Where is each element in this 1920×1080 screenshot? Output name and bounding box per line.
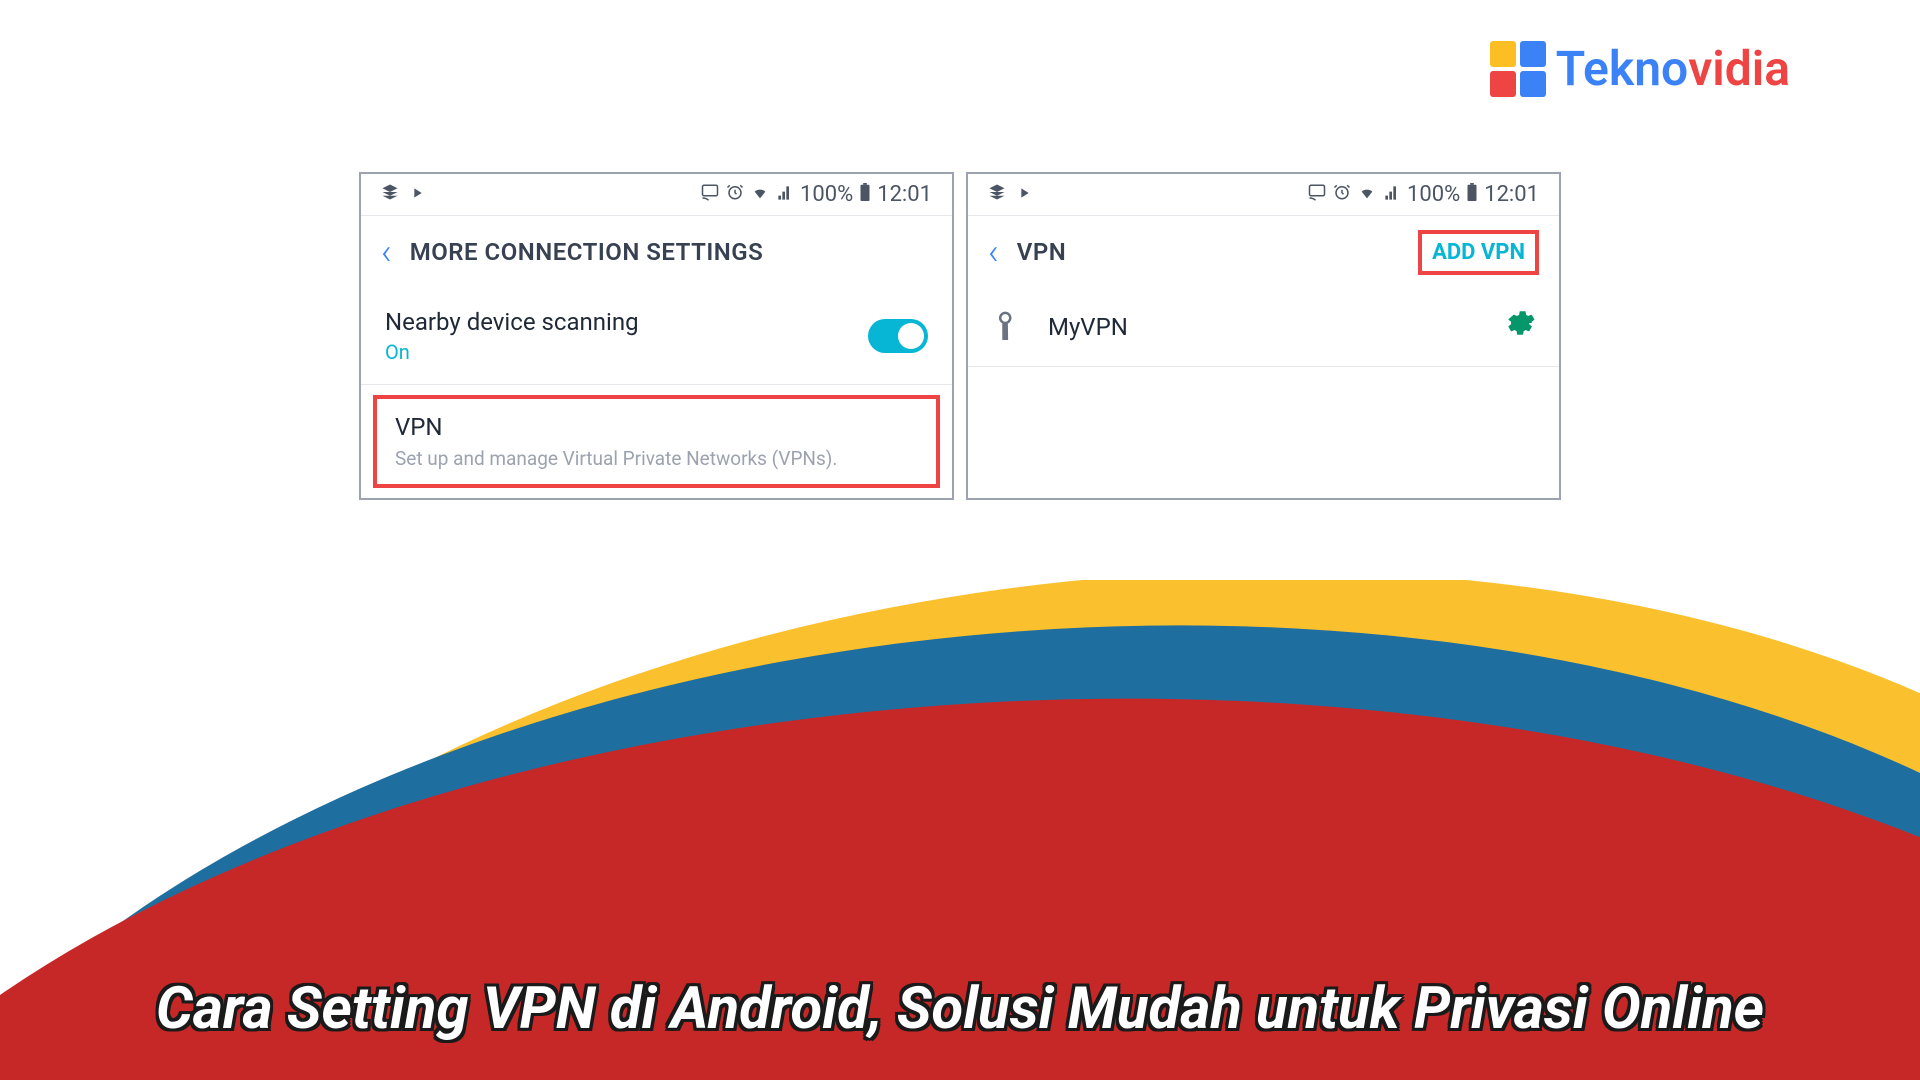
battery-percent: 100% [800, 182, 853, 207]
signal-icon [776, 182, 794, 207]
vpn-name: MyVPN [1048, 313, 1128, 341]
phone-screen-2: 100% 12:01 ‹ VPN ADD VPN MyVPN [966, 172, 1561, 500]
nearby-status: On [385, 340, 639, 364]
banner-title: Cara Setting VPN di Android, Solusi Muda… [96, 969, 1824, 1050]
battery-icon [1466, 182, 1478, 207]
layers-icon [988, 182, 1006, 207]
wifi-icon [1357, 182, 1377, 207]
header-bar: ‹ VPN ADD VPN [968, 216, 1559, 288]
battery-icon [859, 182, 871, 207]
play-icon [1016, 182, 1032, 207]
brand-logo: Teknovidia [1490, 40, 1790, 97]
key-icon [992, 310, 1022, 344]
status-bar: 100% 12:01 [968, 174, 1559, 216]
logo-text: Teknovidia [1556, 40, 1790, 97]
cast-icon [1307, 182, 1327, 207]
time-text: 12:01 [1484, 182, 1539, 207]
time-text: 12:01 [877, 182, 932, 207]
nearby-scanning-row[interactable]: Nearby device scanning On [361, 288, 952, 385]
gear-icon[interactable] [1505, 308, 1535, 346]
signal-icon [1383, 182, 1401, 207]
cast-icon [700, 182, 720, 207]
vpn-list-item[interactable]: MyVPN [968, 288, 1559, 367]
phone-screen-1: 100% 12:01 ‹ MORE CONNECTION SETTINGS Ne… [359, 172, 954, 500]
add-vpn-button[interactable]: ADD VPN [1418, 230, 1539, 275]
play-icon [409, 182, 425, 207]
vpn-title: VPN [395, 413, 918, 441]
back-button[interactable]: ‹ [381, 231, 392, 273]
logo-icon [1490, 41, 1546, 97]
layers-icon [381, 182, 399, 207]
nearby-toggle[interactable] [868, 319, 928, 353]
nearby-title: Nearby device scanning [385, 308, 639, 336]
vpn-settings-row[interactable]: VPN Set up and manage Virtual Private Ne… [373, 395, 940, 488]
header-bar: ‹ MORE CONNECTION SETTINGS [361, 216, 952, 288]
page-title: VPN [1017, 238, 1066, 266]
wifi-icon [750, 182, 770, 207]
vpn-description: Set up and manage Virtual Private Networ… [395, 447, 918, 470]
page-title: MORE CONNECTION SETTINGS [410, 238, 764, 266]
alarm-icon [1333, 182, 1351, 207]
battery-percent: 100% [1407, 182, 1460, 207]
status-bar: 100% 12:01 [361, 174, 952, 216]
back-button[interactable]: ‹ [988, 231, 999, 273]
alarm-icon [726, 182, 744, 207]
screenshots-container: 100% 12:01 ‹ MORE CONNECTION SETTINGS Ne… [359, 172, 1561, 500]
empty-area [968, 367, 1559, 498]
